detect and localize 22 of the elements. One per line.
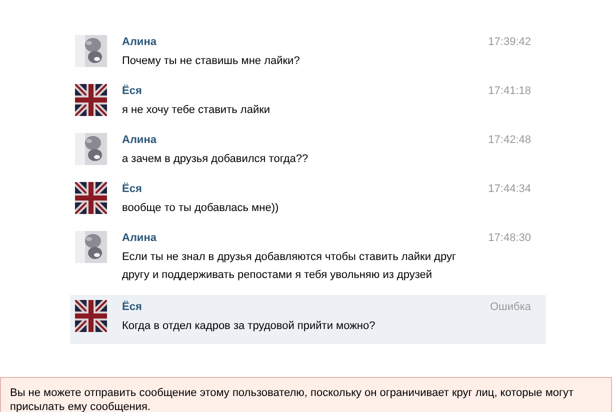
flag-icon bbox=[75, 300, 107, 332]
message-time: 17:44:34 bbox=[488, 182, 532, 197]
flag-icon bbox=[75, 182, 107, 214]
author-name[interactable]: Ёся bbox=[122, 182, 467, 196]
message-text: я не хочу тебе ставить лайки bbox=[122, 103, 272, 118]
author-name[interactable]: Ёся bbox=[122, 300, 467, 314]
author-name[interactable]: Ёся bbox=[122, 84, 467, 98]
author-name[interactable]: Алина bbox=[122, 133, 467, 147]
error-notice: Вы не можете отправить сообщение этому пользователю, поскольку он ограничивает круг лиц, которые могут присылать ему сообщения. bbox=[0, 377, 612, 412]
author-name[interactable]: Алина bbox=[122, 35, 467, 49]
message-time: 17:48:30 bbox=[488, 231, 532, 246]
message-text: Почему ты не ставишь мне лайки? bbox=[122, 54, 301, 69]
message-time: 17:39:42 bbox=[488, 35, 532, 50]
message-text: Если ты не знал в друзья добавляются чтобы ставить лайки друг другу и поддерживать репостами я тебя увольняю из друзей bbox=[122, 250, 457, 283]
message-text: вообще то ты добавлась мне)) bbox=[122, 201, 280, 216]
author-name[interactable]: Алина bbox=[122, 231, 467, 245]
message-text: Когда в отдел кадров за трудовой прийти можно? bbox=[122, 319, 376, 334]
message-time: 17:41:18 bbox=[488, 84, 532, 99]
flag-icon bbox=[75, 84, 107, 116]
message-text: а зачем в друзья добавился тогда?? bbox=[122, 152, 310, 167]
message-time: 17:42:48 bbox=[488, 133, 532, 148]
message-time: Ошибка bbox=[490, 300, 532, 315]
